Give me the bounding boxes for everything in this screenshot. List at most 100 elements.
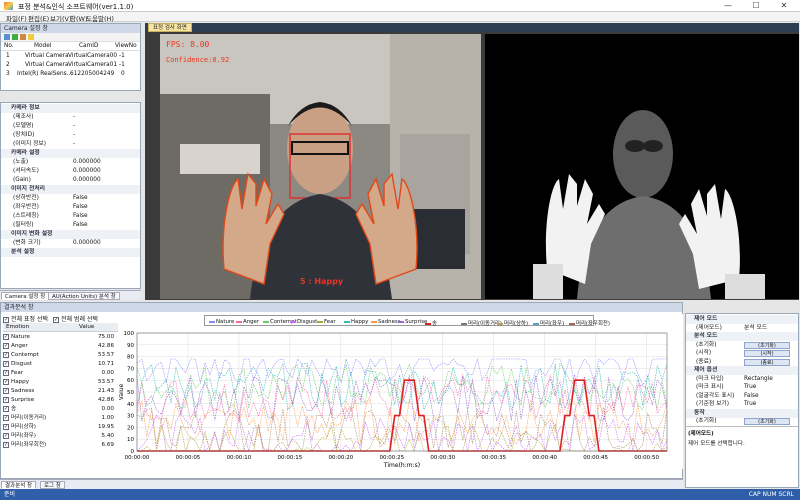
connect-icon[interactable] xyxy=(12,34,18,40)
emotion-name: 머리(상하) xyxy=(11,424,36,430)
legend-entry[interactable]: 머리(이동거리) xyxy=(461,319,502,327)
list-item[interactable]: ✓ Fear 0.00 xyxy=(3,369,118,377)
legend-entry[interactable]: Fear xyxy=(317,319,336,325)
emotion-checkbox[interactable]: ✓ xyxy=(3,414,9,421)
legend-entry[interactable]: 머리(좌우) xyxy=(533,319,564,327)
control-button[interactable]: (종료) xyxy=(744,358,790,366)
menu-edit[interactable]: 편집(E) xyxy=(28,13,49,23)
property-row[interactable]: (필터링) False xyxy=(1,221,140,230)
emotion-name: Sadness xyxy=(11,388,35,394)
control-row[interactable]: (초기화) (초기화) xyxy=(686,417,798,426)
list-item[interactable]: ✓ Disgust 10.71 xyxy=(3,360,118,368)
list-item[interactable]: ✓ Contempt 53.57 xyxy=(3,351,118,359)
check-all-expressions[interactable]: ✓ 전체 표정 선택 xyxy=(3,314,48,323)
menu-file[interactable]: 파일(F) xyxy=(6,13,27,23)
table-row[interactable]: 3 Intel(R) RealSens... 612205004249 0 xyxy=(1,70,140,79)
property-row[interactable]: (장치ID) - xyxy=(1,131,140,140)
property-category[interactable]: 카메라 정보 xyxy=(1,104,140,113)
property-value: 0.000000 xyxy=(73,168,101,174)
minimize-button[interactable]: — xyxy=(716,0,740,12)
cell: VirtualCamera00 xyxy=(68,53,118,59)
emotion-checkbox[interactable]: ✓ xyxy=(3,423,9,430)
emotion-checkbox[interactable]: ✓ xyxy=(3,342,9,349)
list-item[interactable]: ✓ Anger 42.86 xyxy=(3,342,118,350)
check-all-expressions-label: 전체 표정 선택 xyxy=(11,316,48,323)
legend-entry[interactable]: Sadness xyxy=(371,319,401,325)
list-item[interactable]: ✓ Nature 75.00 xyxy=(3,333,118,341)
list-item[interactable]: ✓ 머리(이동거리) 1.00 xyxy=(3,414,118,422)
emotion-checkbox[interactable]: ✓ xyxy=(3,351,9,358)
property-row[interactable]: (변화 크기) 0.000000 xyxy=(1,239,140,248)
tab-expression-view[interactable]: 표정 검사 화면 xyxy=(148,23,192,32)
emotion-checkbox[interactable]: ✓ xyxy=(3,396,9,403)
legend-entry[interactable]: 머리(좌우회전) xyxy=(569,319,610,327)
list-item[interactable]: ✓ Sadness 21.43 xyxy=(3,387,118,395)
property-row[interactable]: (셔터속도) 0.000000 xyxy=(1,167,140,176)
emotion-checkbox[interactable]: ✓ xyxy=(3,405,9,412)
list-item[interactable]: ✓ 송 0.00 xyxy=(3,405,118,413)
legend-swatch xyxy=(209,320,215,323)
property-row[interactable]: (제조사) - xyxy=(1,113,140,122)
disconnect-icon[interactable] xyxy=(20,34,26,40)
legend-entry[interactable]: 머리(상하) xyxy=(497,319,528,327)
maximize-button[interactable]: ☐ xyxy=(744,0,768,12)
col-viewno: ViewNo xyxy=(115,43,137,49)
legend-entry[interactable]: Disgust xyxy=(290,319,317,325)
table-row[interactable]: 1 Virtual Camera VirtualCamera00 -1 xyxy=(1,52,140,61)
emotion-checkbox[interactable]: ✓ xyxy=(3,432,9,439)
y-tick-label: 80 xyxy=(127,355,134,361)
settings-icon[interactable] xyxy=(28,34,34,40)
emotion-checkbox[interactable]: ✓ xyxy=(3,333,9,340)
property-category[interactable]: 분석 설정 xyxy=(1,248,140,257)
legend-entry[interactable]: Surprise xyxy=(398,319,427,325)
property-row[interactable]: (Gain) 0.000000 xyxy=(1,176,140,185)
menu-view[interactable]: 보기(V) xyxy=(50,13,71,23)
video-tab-strip xyxy=(145,23,799,32)
list-item[interactable]: ✓ 머리(상하) 19.95 xyxy=(3,423,118,431)
legend-entry[interactable]: Happy xyxy=(344,319,368,325)
property-row[interactable]: (스트레칭) False xyxy=(1,212,140,221)
emotion-value: 0.00 xyxy=(101,370,114,376)
control-button[interactable]: (초기화) xyxy=(744,341,790,349)
tab-log[interactable]: 로그 창 xyxy=(40,481,65,489)
property-key: (장치ID) xyxy=(13,132,35,138)
check-all-legend[interactable]: ✓ 전체 범례 선택 xyxy=(53,314,98,323)
property-category[interactable]: 카메라 설정 xyxy=(1,149,140,158)
list-item[interactable]: ✓ 머리(좌우회전) 6.69 xyxy=(3,441,118,449)
menu-help[interactable]: 도움말(H) xyxy=(86,13,114,23)
property-row[interactable]: (노출) 0.000000 xyxy=(1,158,140,167)
list-item[interactable]: ✓ Happy 53.57 xyxy=(3,378,118,386)
emotion-checkbox[interactable]: ✓ xyxy=(3,441,9,448)
camera-table: No. Model CamID ViewNo 1 Virtual Camera … xyxy=(1,42,140,82)
property-row[interactable]: (이미지 정보) - xyxy=(1,140,140,149)
property-row[interactable]: (좌우반전) False xyxy=(1,203,140,212)
control-button[interactable]: (시작) xyxy=(744,350,790,357)
emotion-checkbox[interactable]: ✓ xyxy=(3,387,9,394)
close-button[interactable]: ✕ xyxy=(772,0,796,12)
rgb-scene xyxy=(160,34,481,299)
cell: 612205004249 xyxy=(70,71,115,77)
table-row[interactable]: 2 Virtual Camera VirtualCamera01 -1 xyxy=(1,61,140,70)
property-row[interactable]: (상하반전) False xyxy=(1,194,140,203)
y-tick-label: 20 xyxy=(127,425,134,431)
legend-entry[interactable]: 송 xyxy=(425,319,437,327)
emotion-checkbox[interactable]: ✓ xyxy=(3,360,9,367)
emotion-checkbox[interactable]: ✓ xyxy=(3,378,9,385)
list-item[interactable]: ✓ 머리(좌우) 5.40 xyxy=(3,432,118,440)
legend-swatch xyxy=(344,320,350,323)
legend-entry[interactable]: Anger xyxy=(236,319,259,325)
emotion-checkbox[interactable]: ✓ xyxy=(3,369,9,376)
list-item[interactable]: ✓ Surprise 42.86 xyxy=(3,396,118,404)
property-category[interactable]: 이미지 변화 설정 xyxy=(1,230,140,239)
tab-camera-settings[interactable]: Camera 설정 창 xyxy=(1,292,50,300)
legend-entry[interactable]: Nature xyxy=(209,319,234,325)
property-category[interactable]: 이미지 전처리 xyxy=(1,185,140,194)
refresh-icon[interactable] xyxy=(4,34,10,40)
control-grid: 제어 모드 (제어모드) 분석 모드 분석 모드 (초기화) (초기화) (시작) (시작)(… xyxy=(686,314,798,426)
control-button[interactable]: (초기화) xyxy=(744,418,790,425)
tab-au-analysis[interactable]: AU(Action Units) 분석 창 xyxy=(48,292,120,300)
property-row[interactable]: (모델명) - xyxy=(1,122,140,131)
fps-readout: FPS: 8.00 xyxy=(166,40,210,49)
tab-result-analysis[interactable]: 결과분석 창 xyxy=(1,481,37,489)
menu-window[interactable]: 창(W) xyxy=(70,13,87,23)
